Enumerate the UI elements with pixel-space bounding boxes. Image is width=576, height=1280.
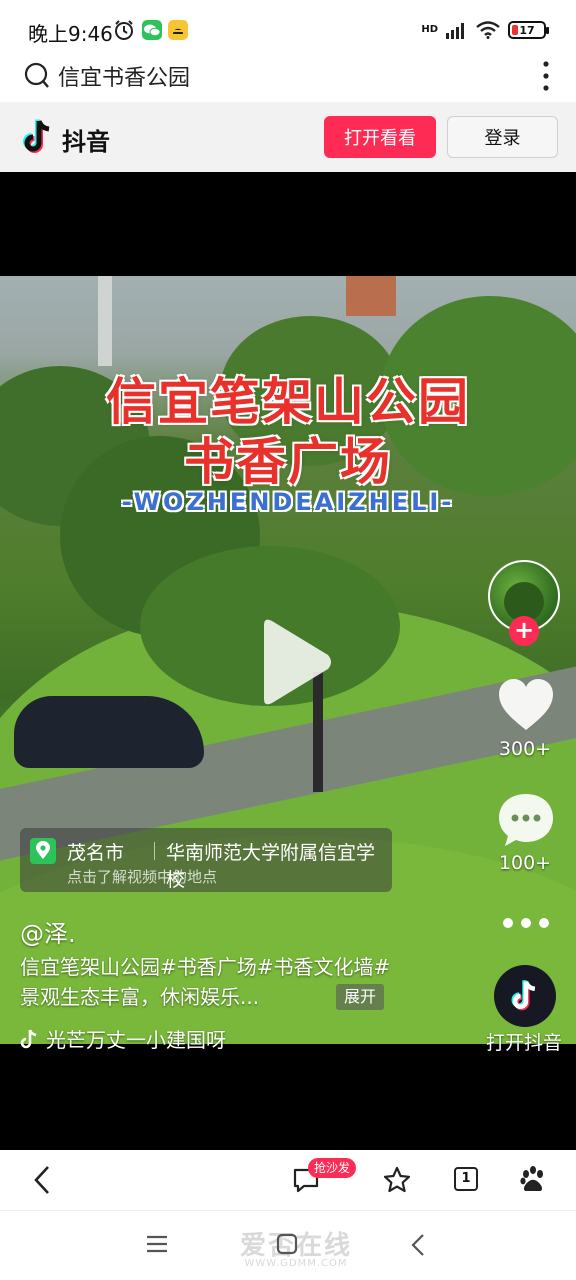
douyin-header: 抖音 打开看看 登录 — [0, 102, 576, 172]
wechat-icon — [142, 20, 162, 40]
play-icon[interactable] — [258, 617, 334, 707]
video-player[interactable]: 信宜笔架山公园 书香广场 -WOZHENDEAIZHELI- + 300+ 10… — [0, 172, 576, 1150]
search-query[interactable]: 信宜书香公园 — [58, 60, 190, 92]
video-overlay-caption: -WOZHENDEAIZHELI- — [121, 488, 455, 516]
comment-count: 100+ — [498, 852, 552, 874]
browser-search-bar[interactable]: 信宜书香公园 — [0, 52, 576, 102]
alarm-icon — [115, 20, 133, 40]
signal-icon — [446, 23, 464, 39]
battery-icon: 17 — [508, 21, 549, 39]
location-city: 茂名市 — [67, 842, 125, 864]
home-icon[interactable] — [276, 1233, 298, 1255]
open-douyin-icon[interactable] — [494, 965, 556, 1027]
tab-count[interactable]: 1 — [454, 1167, 478, 1191]
music-note-icon — [20, 1029, 37, 1048]
expand-button[interactable]: 展开 — [336, 984, 385, 1010]
menu-icon[interactable] — [146, 1233, 168, 1255]
more-options-icon[interactable] — [542, 60, 550, 92]
location-pin-icon — [30, 838, 56, 864]
baidu-paw-icon[interactable] — [519, 1165, 547, 1195]
author-name[interactable]: @泽. — [20, 914, 76, 949]
like-heart-icon[interactable] — [497, 678, 555, 732]
search-icon — [24, 62, 49, 88]
favorite-star-icon[interactable] — [382, 1165, 412, 1195]
video-overlay-subtitle: 书香广场 — [184, 432, 392, 491]
sofa-badge: 抢沙发 — [308, 1158, 357, 1178]
location-card[interactable]: 茂名市 华南师范大学附属信宜学校 点击了解视频中的地点 — [20, 828, 392, 892]
music-info[interactable]: 光芒万丈一小建国呀 — [20, 1024, 226, 1053]
open-app-button[interactable]: 打开看看 — [324, 116, 436, 158]
network-type: HD — [421, 24, 438, 35]
wifi-icon — [476, 21, 500, 39]
open-douyin-label[interactable]: 打开抖音 — [472, 1028, 576, 1055]
music-title: 光芒万丈一小建国呀 — [46, 1028, 226, 1052]
browser-bottom-bar: 抢沙发 1 — [0, 1150, 576, 1210]
like-count: 300+ — [498, 738, 552, 760]
status-time: 晚上9:46 — [28, 22, 113, 46]
system-nav-bar: 爱否在线 WWW.GDMM.COM — [0, 1210, 576, 1280]
status-bar: 晚上9:46 HD 17 — [0, 0, 576, 58]
more-icon[interactable] — [503, 918, 549, 928]
login-button[interactable]: 登录 — [447, 116, 558, 158]
system-back-icon[interactable] — [410, 1233, 426, 1257]
app-notification-icon — [168, 20, 188, 40]
douyin-logo-icon — [23, 119, 50, 153]
location-hint: 点击了解视频中的地点 — [67, 868, 218, 886]
battery-level: 17 — [519, 23, 535, 37]
brand-name: 抖音 — [62, 128, 110, 156]
comment-icon[interactable] — [497, 792, 555, 848]
follow-button[interactable]: + — [509, 616, 539, 646]
back-icon[interactable] — [32, 1164, 52, 1196]
